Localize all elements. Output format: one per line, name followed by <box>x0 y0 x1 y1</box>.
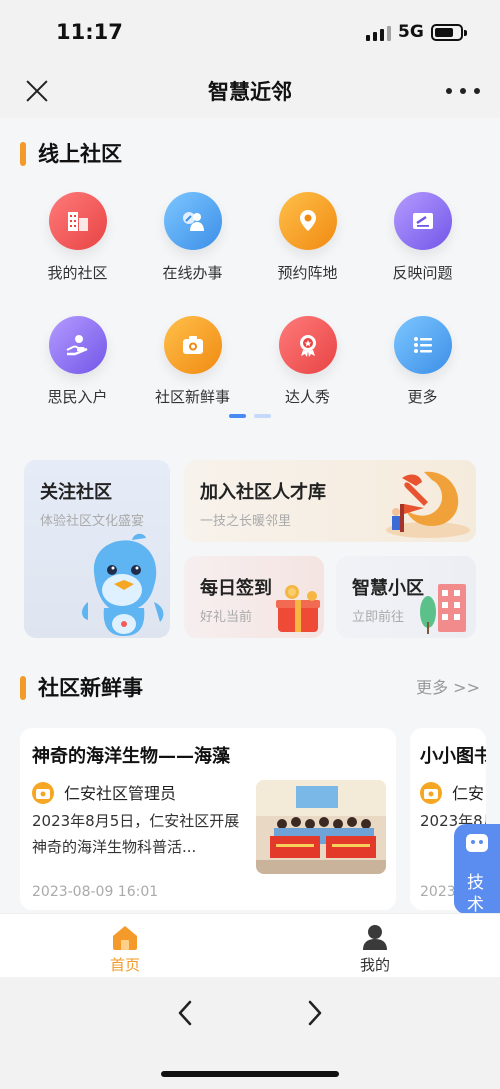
browser-bar <box>0 977 500 1089</box>
grid-item-community-news[interactable]: 社区新鲜事 <box>135 316 250 426</box>
tab-home[interactable]: 首页 <box>0 914 250 978</box>
grid-label: 在线办事 <box>162 264 223 282</box>
join-talent-pool-card[interactable]: 加入社区人才库 一技之长暖邻里 <box>184 460 476 542</box>
grid-item-talent-show[interactable]: 达人秀 <box>250 316 365 426</box>
user-icon <box>363 925 387 950</box>
grid-item-more[interactable]: 更多 <box>365 316 480 426</box>
care-hand-icon <box>49 316 107 374</box>
building-illustration-icon <box>420 584 466 634</box>
forward-arrow-icon[interactable] <box>305 999 325 1027</box>
gift-box-icon <box>276 585 320 632</box>
news-author: 仁安社区管理员 <box>64 784 177 803</box>
news-photo <box>256 780 386 874</box>
news-date: 2023 <box>420 884 456 900</box>
back-arrow-icon[interactable] <box>175 999 195 1027</box>
news-title: 小小图书 <box>420 746 486 767</box>
card-subtitle: 立即前往 <box>352 610 405 625</box>
section-title: 社区新鲜事 <box>38 676 143 700</box>
camera-icon <box>164 316 222 374</box>
party-emblem-icon <box>386 471 470 538</box>
author-camera-icon <box>32 782 54 804</box>
feedback-icon <box>394 192 452 250</box>
page-title: 智慧近邻 <box>208 80 292 104</box>
grid-label: 预约阵地 <box>277 264 338 282</box>
grid-item-home-visit[interactable]: 思民入户 <box>20 316 135 426</box>
grid-item-report-issue[interactable]: 反映问题 <box>365 192 480 302</box>
author-camera-icon <box>420 782 442 804</box>
section-accent-bar <box>20 142 26 166</box>
smart-community-card[interactable]: 智慧小区 立即前往 <box>336 556 476 638</box>
nav-bar: 智慧近邻 <box>0 64 500 118</box>
card-title: 加入社区人才库 <box>200 482 326 503</box>
card-title: 智慧小区 <box>352 578 424 599</box>
indicator-dot-active <box>229 414 246 418</box>
grid-item-online-service[interactable]: 在线办事 <box>135 192 250 302</box>
grid-label: 达人秀 <box>284 388 330 406</box>
status-time: 11:17 <box>56 20 123 44</box>
grid-label: 社区新鲜事 <box>154 388 230 406</box>
grid-label: 思民入户 <box>47 388 108 406</box>
page-indicator <box>229 414 271 418</box>
tab-label: 我的 <box>359 956 390 974</box>
news-card[interactable]: 神奇的海洋生物——海藻 仁安社区管理员 2023年8月5日，仁安社区开展神奇的海… <box>20 728 396 910</box>
section-community-news: 社区新鲜事 更多 >> <box>0 672 500 704</box>
network-label: 5G <box>398 22 424 42</box>
location-pin-icon <box>279 192 337 250</box>
section-online-community: 线上社区 <box>0 138 500 170</box>
tab-label: 首页 <box>109 956 140 974</box>
indicator-dot <box>254 414 271 418</box>
home-indicator[interactable] <box>161 1071 339 1077</box>
news-date: 2023-08-09 16:01 <box>32 884 159 900</box>
grid-item-reserve-venue[interactable]: 预约阵地 <box>250 192 365 302</box>
home-icon <box>113 926 137 950</box>
grid-item-my-community[interactable]: 我的社区 <box>20 192 135 302</box>
grid-label: 我的社区 <box>47 264 108 282</box>
status-bar: 11:17 5G <box>0 0 500 64</box>
main-content: 线上社区 我的社区 在线办事 预约阵地 反映问题 思民入户 社区新鲜事 达人秀 … <box>0 118 500 913</box>
tech-support-button[interactable]: 技术 <box>454 824 500 915</box>
grid-label: 反映问题 <box>392 264 453 282</box>
building-icon <box>49 192 107 250</box>
more-options-icon[interactable] <box>446 84 480 98</box>
card-title: 关注社区 <box>40 482 112 503</box>
card-title: 每日签到 <box>200 578 272 599</box>
news-author: 仁安 <box>452 784 485 803</box>
handshake-icon <box>164 192 222 250</box>
card-subtitle: 好礼当前 <box>200 610 253 625</box>
news-title: 神奇的海洋生物——海藻 <box>32 746 230 767</box>
card-subtitle: 一技之长暖邻里 <box>200 514 292 529</box>
battery-icon <box>431 24 467 41</box>
list-icon <box>394 316 452 374</box>
follow-community-card[interactable]: 关注社区 体验社区文化盛宴 <box>24 460 170 638</box>
tech-label: 技术 <box>467 873 484 915</box>
robot-icon <box>466 834 488 852</box>
grid-label: 更多 <box>407 388 438 406</box>
news-excerpt: 2023年8月5日，仁安社区开展神奇的海洋生物科普活... <box>32 812 240 856</box>
tab-mine[interactable]: 我的 <box>250 914 500 978</box>
tab-bar: 首页 我的 <box>0 913 500 977</box>
signal-icon <box>366 25 392 41</box>
news-more-link[interactable]: 更多 >> <box>416 672 480 704</box>
section-accent-bar <box>20 676 26 700</box>
medal-icon <box>279 316 337 374</box>
card-subtitle: 体验社区文化盛宴 <box>40 514 145 529</box>
section-title: 线上社区 <box>38 142 122 166</box>
daily-checkin-card[interactable]: 每日签到 好礼当前 <box>184 556 324 638</box>
dolphin-mascot-icon <box>82 533 164 636</box>
